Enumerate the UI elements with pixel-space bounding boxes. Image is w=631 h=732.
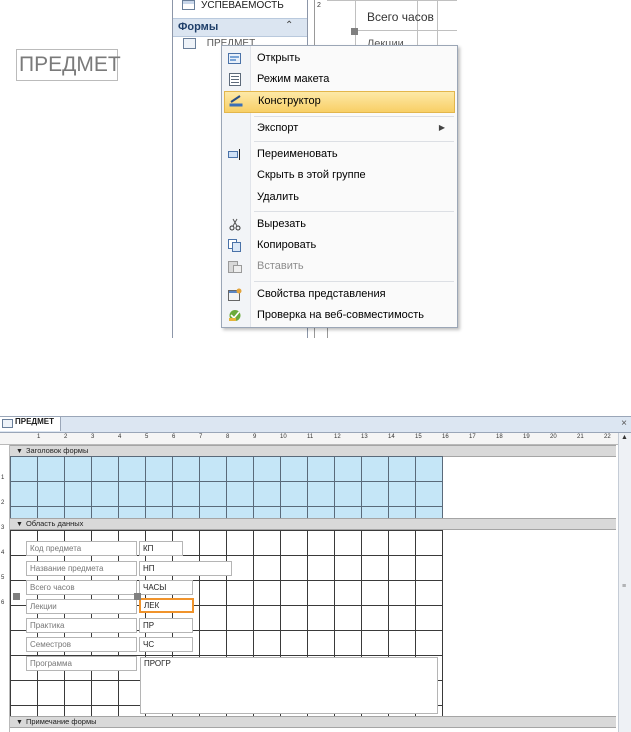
ruler-number: 9	[253, 434, 257, 440]
menu-item-export[interactable]: Экспорт ▶	[224, 119, 453, 139]
form-icon	[2, 419, 13, 428]
tab-predmet[interactable]: ПРЕДМЕТ	[0, 417, 61, 431]
menu-item-layout-view[interactable]: Режим макета	[224, 70, 453, 90]
close-icon[interactable]: ×	[621, 418, 627, 429]
document-tab-bar: ПРЕДМЕТ ×	[0, 417, 631, 433]
label-semesters[interactable]: Семестров	[26, 637, 137, 652]
section-bar-detail[interactable]: ▼ Область данных	[10, 518, 616, 530]
nav-group-forms-header[interactable]: Формы ⌃	[173, 18, 307, 37]
vertical-ruler: 1 2 3 4 5 6	[0, 445, 10, 732]
paste-icon	[228, 261, 242, 273]
ruler-number: 17	[469, 434, 476, 440]
ruler-number: 7	[199, 434, 203, 440]
ruler-number: 10	[280, 434, 287, 440]
ruler-number: 11	[307, 434, 314, 440]
ruler-number: 8	[226, 434, 230, 440]
ruler-number: 22	[604, 434, 611, 440]
ruler-number: 4	[118, 434, 122, 440]
ruler-number: 5	[1, 575, 5, 581]
resize-grip[interactable]	[351, 28, 358, 35]
nav-table-label: УСПЕВАЕМОСТЬ	[201, 0, 284, 11]
ruler-number: 15	[415, 434, 422, 440]
ruler-number: 12	[334, 434, 341, 440]
scissors-icon	[229, 218, 241, 231]
menu-item-delete[interactable]: Удалить	[224, 188, 453, 208]
control-pr[interactable]: ПР	[139, 618, 193, 633]
menu-item-rename[interactable]: Переименовать	[224, 145, 453, 165]
horizontal-ruler: 1 2 3 4 5 6 7 8 9 10 11 12 13 14 15 16 17 18 19 20 21 22	[0, 433, 618, 445]
table-icon	[182, 0, 195, 11]
menu-item-hide-in-group[interactable]: Скрыть в этой группе	[224, 166, 453, 186]
move-handle[interactable]	[13, 593, 20, 600]
menu-item-design-view[interactable]: Конструктор	[224, 91, 455, 113]
form-icon	[183, 38, 196, 49]
label-subject-code[interactable]: Код предмета	[26, 541, 137, 556]
label-subject-name[interactable]: Название предмета	[26, 561, 137, 576]
menu-item-paste[interactable]: Вставить	[224, 257, 453, 277]
control-lek-selected[interactable]: ЛЕК	[139, 598, 194, 613]
menu-item-view-properties[interactable]: Свойства представления	[224, 285, 453, 305]
ruler-number: 1	[37, 434, 41, 440]
label-program[interactable]: Программа	[26, 656, 137, 671]
ruler-number: 14	[388, 434, 395, 440]
ruler-number: 6	[1, 600, 5, 606]
ruler-number: 3	[1, 525, 5, 531]
ruler-number: 4	[1, 550, 5, 556]
open-form-icon	[228, 53, 241, 64]
ruler-number: 6	[172, 434, 176, 440]
submenu-arrow-icon: ▶	[438, 123, 445, 132]
ruler-number: 21	[577, 434, 584, 440]
control-kp[interactable]: КП	[139, 541, 183, 556]
ruler-number: 3	[91, 434, 95, 440]
copy-icon	[228, 239, 241, 252]
properties-icon	[228, 288, 242, 301]
menu-item-open[interactable]: Открыть	[224, 49, 453, 69]
menu-item-web-compat-check[interactable]: Проверка на веб-совместимость	[224, 306, 453, 326]
web-compat-icon	[229, 310, 241, 321]
section-bar-form-footer[interactable]: ▼ Примечание формы	[10, 716, 616, 728]
control-chasy[interactable]: ЧАСЫ	[139, 580, 193, 595]
scroll-up-icon[interactable]: ▲	[621, 434, 628, 441]
form-header-section[interactable]	[10, 456, 443, 518]
design-view-icon	[229, 95, 243, 107]
ruler-digit: 2	[317, 2, 321, 9]
context-menu: Открыть Режим макета Конструктор Экспорт…	[221, 45, 458, 328]
control-progr-box[interactable]: ПРОГР	[140, 657, 438, 714]
menu-item-cut[interactable]: Вырезать	[224, 215, 453, 235]
ruler-number: 18	[496, 434, 503, 440]
label-total-hours[interactable]: Всего часов	[26, 580, 137, 595]
label-practice[interactable]: Практика	[26, 618, 137, 633]
ruler-number: 2	[64, 434, 68, 440]
nav-table-item[interactable]: УСПЕВАЕМОСТЬ	[179, 0, 284, 14]
ruler-number: 2	[1, 500, 5, 506]
scroll-thumb[interactable]: ≡	[622, 583, 626, 590]
vertical-scrollbar[interactable]: ▲ ≡	[618, 433, 631, 732]
ruler-number: 20	[550, 434, 557, 440]
ruler-number: 5	[145, 434, 149, 440]
rename-icon	[228, 149, 240, 160]
ruler-number: 19	[523, 434, 530, 440]
layout-view-icon	[229, 73, 241, 86]
ruler-number: 1	[1, 475, 5, 481]
move-handle[interactable]	[134, 593, 141, 600]
control-chs[interactable]: ЧС	[139, 637, 193, 652]
collapse-chevron-icon[interactable]: ⌃	[285, 20, 293, 31]
ruler-number: 13	[361, 434, 368, 440]
menu-item-copy[interactable]: Копировать	[224, 236, 453, 256]
form-title-label[interactable]: ПРЕДМЕТ	[16, 49, 121, 81]
preview-label-total-hours: Всего часов	[367, 10, 434, 24]
ruler-number: 16	[442, 434, 449, 440]
label-lectures[interactable]: Лекции	[26, 599, 137, 614]
control-progr: ПРОГР	[144, 659, 171, 668]
control-np[interactable]: НП	[139, 561, 232, 576]
nav-group-title: Формы	[178, 21, 219, 33]
